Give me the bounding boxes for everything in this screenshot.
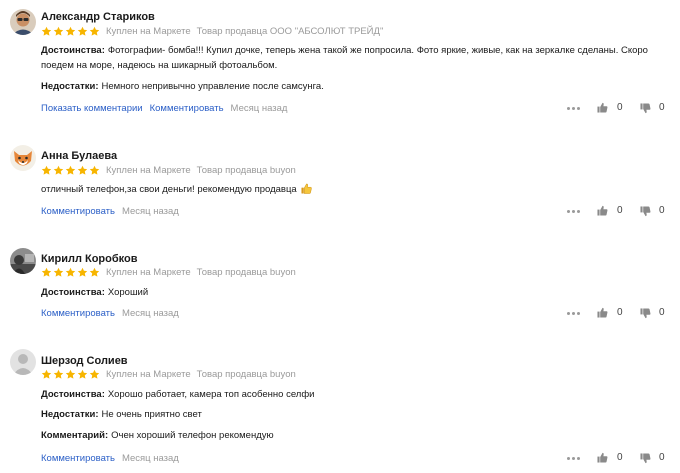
likes-count: 0 (617, 205, 623, 216)
review-date: Месяц назад (121, 307, 179, 319)
likes-count: 0 (617, 452, 623, 463)
rating-stars (41, 165, 100, 176)
thumb-down-icon[interactable] (640, 308, 651, 319)
comment-field: Комментарий: Очен хороший телефон рекомен… (41, 428, 671, 443)
thumb-down-icon[interactable] (640, 453, 651, 464)
review-actions: Комментировать Месяц назад (41, 205, 179, 217)
star-icon (89, 369, 100, 379)
review-text-body: отличный телефон,за свои деньги! рекомен… (41, 184, 297, 195)
author-name: Шерзод Солиев (41, 355, 128, 367)
cons-text: Не очень приятно свет (101, 409, 202, 420)
bought-badge: Куплен на Маркете (106, 266, 191, 278)
cons-text: Немного непривычно управление после самс… (101, 81, 324, 92)
cons-field: Недостатки: Немного непривычно управление… (41, 79, 671, 94)
review-meta: Куплен на Маркете Товар продавца buyon (41, 368, 302, 380)
star-icon (53, 165, 64, 175)
pros-field: Достоинства: Хорошо работает, камера топ … (41, 387, 671, 402)
star-icon (53, 267, 64, 277)
star-icon (89, 165, 100, 175)
cons-field: Недостатки: Не очень приятно свет (41, 407, 671, 422)
show-comments-link[interactable]: Показать комментарии (41, 103, 143, 114)
review-date: Месяц назад (230, 102, 288, 114)
avatar[interactable] (10, 349, 36, 375)
pros-label: Достоинства: (41, 45, 105, 56)
pros-text: Хороший (107, 287, 149, 298)
thumb-up-icon[interactable] (597, 205, 608, 216)
thumb-down-icon[interactable] (640, 103, 651, 114)
star-icon (41, 26, 52, 36)
star-icon (77, 165, 88, 175)
more-dots-icon[interactable] (567, 307, 580, 319)
star-icon (77, 267, 88, 277)
likes-count: 0 (617, 307, 623, 318)
star-icon (53, 26, 64, 36)
dislikes-count: 0 (659, 102, 665, 113)
review-meta: Куплен на Маркете Товар продавца ООО "АБ… (41, 25, 389, 37)
comment-link[interactable]: Комментировать (41, 453, 115, 464)
star-icon (65, 26, 76, 36)
star-icon (89, 26, 100, 36)
seller-label: Товар продавца ООО "АБСОЛЮТ ТРЕЙД" (196, 25, 384, 37)
star-icon (41, 369, 52, 379)
avatar[interactable] (10, 248, 36, 274)
star-icon (53, 369, 64, 379)
thumbs-up-emoji-icon (301, 183, 313, 194)
pros-label: Достоинства: (41, 287, 105, 298)
pros-field: Достоинства: Хороший (41, 285, 671, 300)
star-icon (41, 267, 52, 277)
author-name: Александр Стариков (41, 11, 155, 23)
star-icon (89, 267, 100, 277)
comment-link[interactable]: Комментировать (150, 103, 224, 114)
cons-label: Недостатки: (41, 409, 99, 420)
bought-badge: Куплен на Маркете (106, 368, 191, 380)
author-name: Анна Булаева (41, 150, 118, 162)
seller-label: Товар продавца buyon (196, 368, 296, 380)
pros-text: Фотографии- бомба!!! Купил дочке, теперь… (41, 45, 648, 71)
pros-field: Достоинства: Фотографии- бомба!!! Купил д… (41, 43, 671, 73)
dislikes-count: 0 (659, 452, 665, 463)
pros-label: Достоинства: (41, 389, 105, 400)
review-text: отличный телефон,за свои деньги! рекомен… (41, 182, 671, 197)
star-icon (65, 165, 76, 175)
review-date: Месяц назад (121, 452, 179, 464)
thumb-down-icon[interactable] (640, 206, 651, 217)
star-icon (77, 26, 88, 36)
pros-text: Хорошо работает, камера топ асобенно сел… (107, 389, 315, 400)
seller-label: Товар продавца buyon (196, 266, 296, 278)
review-actions: Показать комментарии Комментировать Меся… (41, 102, 287, 114)
more-dots-icon[interactable] (567, 452, 580, 464)
rating-stars (41, 26, 100, 37)
cons-label: Недостатки: (41, 81, 99, 92)
dislikes-count: 0 (659, 307, 665, 318)
star-icon (41, 165, 52, 175)
dislikes-count: 0 (659, 205, 665, 216)
avatar[interactable] (10, 9, 36, 35)
rating-stars (41, 267, 100, 278)
bought-badge: Куплен на Маркете (106, 164, 191, 176)
avatar[interactable] (10, 145, 36, 171)
star-icon (65, 369, 76, 379)
more-dots-icon[interactable] (567, 205, 580, 217)
thumb-up-icon[interactable] (597, 452, 608, 463)
review-date: Месяц назад (121, 205, 179, 217)
comment-link[interactable]: Комментировать (41, 206, 115, 217)
thumb-up-icon[interactable] (597, 307, 608, 318)
more-dots-icon[interactable] (567, 102, 580, 114)
likes-count: 0 (617, 102, 623, 113)
rating-stars (41, 369, 100, 380)
comment-label: Комментарий: (41, 430, 109, 441)
star-icon (77, 369, 88, 379)
review-meta: Куплен на Маркете Товар продавца buyon (41, 266, 302, 278)
author-name: Кирилл Коробков (41, 253, 138, 265)
review-actions: Комментировать Месяц назад (41, 452, 179, 464)
bought-badge: Куплен на Маркете (106, 25, 191, 37)
star-icon (65, 267, 76, 277)
comment-link[interactable]: Комментировать (41, 308, 115, 319)
seller-label: Товар продавца buyon (196, 164, 296, 176)
thumb-up-icon[interactable] (597, 102, 608, 113)
reviews-list: Александр Стариков Куплен на Маркете Тов… (0, 0, 680, 473)
review-meta: Куплен на Маркете Товар продавца buyon (41, 164, 302, 176)
review-actions: Комментировать Месяц назад (41, 307, 179, 319)
comment-text: Очен хороший телефон рекомендую (111, 430, 274, 441)
